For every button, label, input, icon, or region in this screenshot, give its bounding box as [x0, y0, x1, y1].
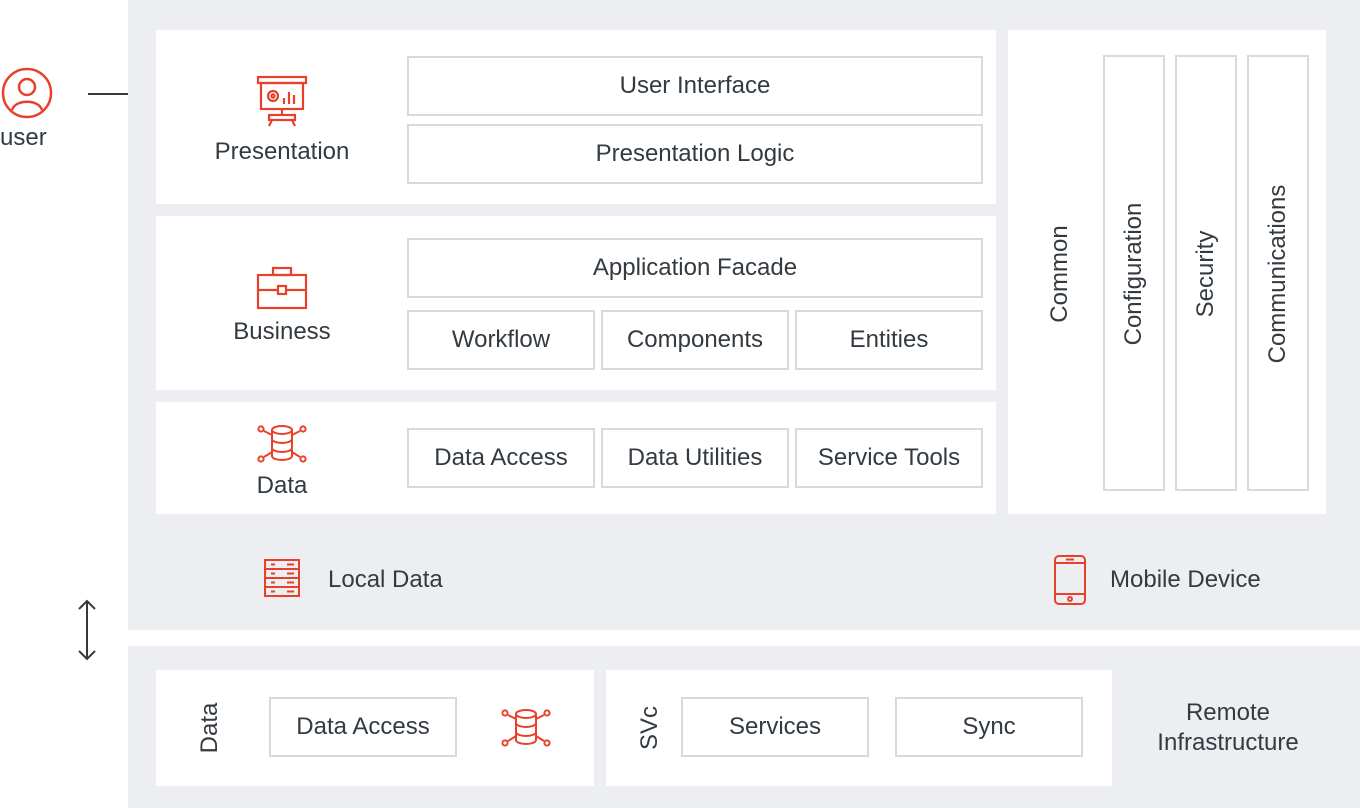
- entities-box: Entities: [795, 310, 983, 370]
- business-label: Business: [233, 318, 331, 345]
- smartphone-icon: [1053, 554, 1087, 606]
- server-rack-icon: [263, 558, 301, 600]
- remote-database-network-icon: [500, 706, 552, 750]
- common-label: Common: [1046, 225, 1073, 323]
- briefcase-icon: [256, 266, 308, 310]
- remote-data-label: Data: [196, 702, 223, 754]
- data-label: Data: [256, 472, 308, 499]
- user-interface-box: User Interface: [407, 56, 983, 116]
- local-data-label: Local Data: [328, 566, 443, 593]
- database-network-icon: [256, 422, 308, 466]
- data-utilities-box: Data Utilities: [601, 428, 789, 488]
- remote-title-line-1: Remote: [1185, 699, 1271, 726]
- presentation-board-icon: [256, 74, 308, 128]
- remote-svc-label: SVc: [636, 706, 663, 751]
- configuration-label: Configuration: [1120, 202, 1147, 346]
- workflow-box: Workflow: [407, 310, 595, 370]
- components-box: Components: [601, 310, 789, 370]
- remote-title-line-2: Infrastructure: [1157, 729, 1299, 756]
- sync-arrow-vertical: [74, 598, 100, 662]
- services-box: Services: [681, 697, 869, 757]
- user-label: user: [0, 124, 47, 151]
- communications-label: Communications: [1264, 184, 1291, 364]
- remote-data-access-box: Data Access: [269, 697, 457, 757]
- mobile-device-label: Mobile Device: [1110, 566, 1261, 593]
- remote-infrastructure-title: Remote Infrastructure: [1130, 698, 1326, 758]
- presentation-label: Presentation: [214, 138, 350, 165]
- sync-box: Sync: [895, 697, 1083, 757]
- presentation-logic-box: Presentation Logic: [407, 124, 983, 184]
- user-icon: [0, 66, 54, 120]
- security-label: Security: [1192, 230, 1219, 318]
- data-access-box: Data Access: [407, 428, 595, 488]
- service-tools-box: Service Tools: [795, 428, 983, 488]
- application-facade-box: Application Facade: [407, 238, 983, 298]
